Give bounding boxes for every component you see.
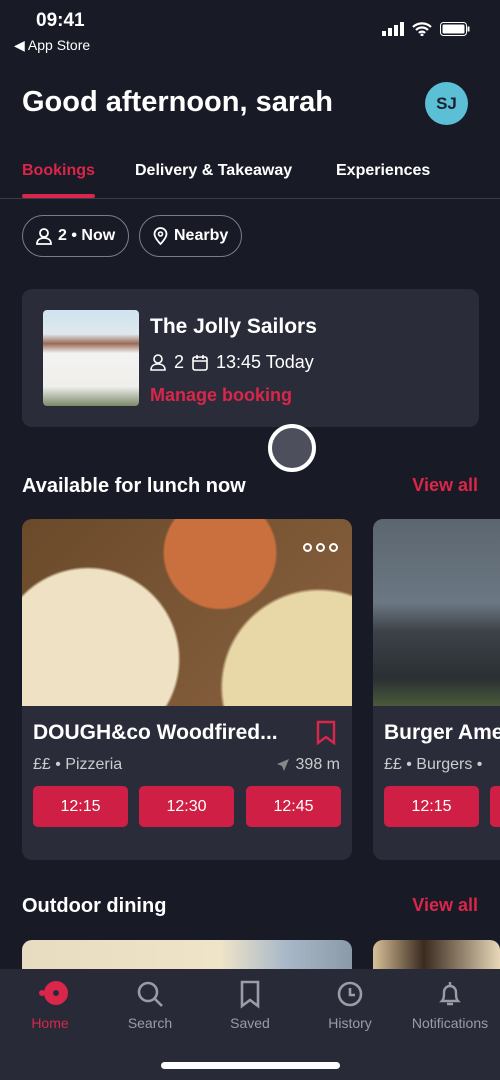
home-indicator[interactable] [161,1062,340,1069]
status-bar: 09:41 ◀ App Store [0,0,500,60]
outdoor-section-title: Outdoor dining [22,895,167,917]
avatar[interactable]: SJ [425,82,468,125]
back-label: App Store [27,37,91,53]
clock-icon [337,981,363,1007]
restaurant-name: DOUGH&co Woodfired... [33,721,278,744]
tab-bar: Bookings Delivery & Takeaway Experiences [0,160,500,199]
nav-notifications[interactable]: Notifications [400,979,500,1031]
restaurant-meta: ££ • Pizzeria [33,756,123,773]
home-icon [39,981,68,1005]
bell-icon [439,982,461,1006]
nav-saved-label: Saved [230,1015,270,1031]
restaurant-photo [43,310,139,406]
location-filter-label: Nearby [174,227,229,244]
back-to-app-store[interactable]: ◀ App Store [14,37,90,54]
booking-guests: 2 [174,352,185,372]
nav-notifications-label: Notifications [411,1015,489,1031]
signal-icon [382,22,404,36]
wifi-icon [412,22,432,36]
location-pin-icon [153,227,168,245]
time-slot-button[interactable]: 12:15 [384,786,479,827]
calendar-icon [192,355,208,371]
location-filter[interactable]: Nearby [139,215,243,257]
battery-icon [440,22,470,36]
nav-home-label: Home [31,1015,69,1031]
nav-search[interactable]: Search [100,979,200,1031]
restaurant-meta: ££ • Burgers • [384,756,483,773]
lunch-view-all-link[interactable]: View all [412,475,478,496]
search-icon [137,981,163,1007]
party-size-time-filter[interactable]: 2 • Now [22,215,130,257]
nav-home[interactable]: Home [0,979,100,1031]
time-slot-button[interactable]: 12:45 [246,786,341,827]
tab-delivery-takeaway[interactable]: Delivery & Takeaway [135,162,292,180]
person-icon [150,354,166,371]
nav-history[interactable]: History [300,979,400,1031]
restaurant-distance: 398 m [295,756,340,773]
time-slot-button[interactable]: 12:30 [139,786,234,827]
person-icon [36,227,52,245]
time-slot-button[interactable]: 12:15 [33,786,128,827]
restaurant-card[interactable]: DOUGH&co Woodfired... ££ • Pizzeria 398 … [22,519,352,860]
nav-saved[interactable]: Saved [200,979,300,1031]
bookmark-icon[interactable] [316,720,336,745]
nav-search-label: Search [127,1015,173,1031]
nav-history-label: History [328,1015,372,1031]
navigation-arrow-icon [276,759,289,771]
greeting-title: Good afternoon, sarah [22,86,333,118]
booking-time: 13:45 Today [216,352,314,372]
lunch-section-title: Available for lunch now [22,475,246,497]
outdoor-view-all-link[interactable]: View all [412,895,478,916]
restaurant-card[interactable]: Burger Ame ££ • Burgers • 12:15 [373,519,500,860]
bottom-nav: Home Search Saved History Notifications [0,969,500,1080]
bookmark-icon [240,980,260,1009]
tab-bookings[interactable]: Bookings [22,162,95,180]
restaurant-name: Burger Ame [384,721,500,744]
manage-booking-link[interactable]: Manage booking [150,385,292,406]
tab-experiences[interactable]: Experiences [336,162,430,180]
party-filter-label: 2 • Now [58,227,116,244]
touch-indicator [268,424,316,472]
restaurant-photo [373,519,500,706]
clock: 09:41 [36,10,85,31]
booking-restaurant-name: The Jolly Sailors [150,315,317,338]
upcoming-booking-card[interactable]: The Jolly Sailors 2 13:45 Today Manage b… [22,289,479,427]
time-slot-button[interactable] [490,786,500,827]
active-tab-indicator [22,194,95,198]
more-options-icon[interactable] [303,543,338,552]
